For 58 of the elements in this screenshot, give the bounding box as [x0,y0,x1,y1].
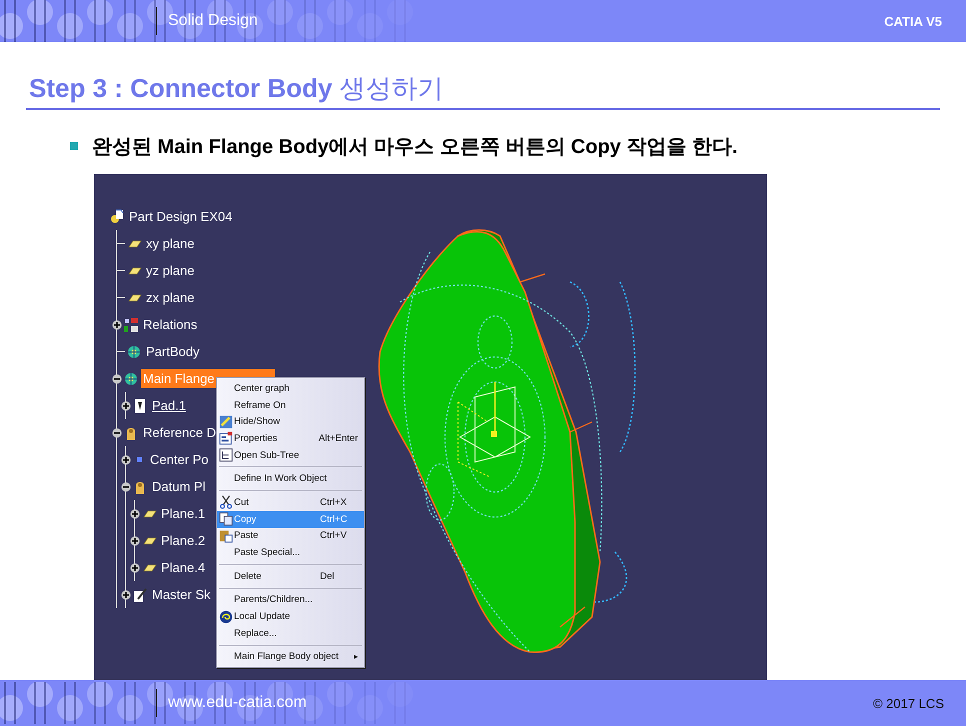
section-label: Solid Design [168,12,258,30]
bullet-text: 완성된 Main Flange Body에서 마우스 오른쪽 버튼의 Copy 작업을 한다. [92,134,738,160]
expand-toggle[interactable] [121,590,131,600]
copy-icon [218,512,232,526]
tree-item[interactable]: Pad.1 [150,396,188,415]
part-icon [109,208,125,224]
tree-item[interactable]: Plane.1 [159,504,208,523]
menu-item[interactable]: Main Flange Body object ▸ [217,648,364,666]
menu-item[interactable]: Delete Del [217,568,364,585]
menu-item[interactable]: Open Sub-Tree [217,446,364,464]
update-icon [218,610,232,624]
tree-item[interactable]: xy plane [144,234,196,253]
tree-item[interactable]: yz plane [144,261,196,280]
expand-toggle[interactable] [121,400,131,410]
menu-item[interactable]: Define In Work Object [217,470,364,488]
product-label: CATIA V5 [884,14,942,28]
tree-item[interactable]: Datum Pl [150,477,208,496]
tree-item[interactable]: Master Sk [150,585,213,604]
menu-item[interactable]: Replace... [217,624,364,642]
slide-title: Step 3 : Connector Body 생성하기 [29,72,445,104]
collapse-toggle[interactable] [112,374,122,384]
hide-show-icon [218,414,232,429]
body-icon [126,344,142,360]
paste-icon [218,528,232,543]
copyright-label: © 2017 LCS [872,696,944,710]
pad-icon [132,398,148,414]
website-label: www.edu-catia.com [168,694,307,712]
menu-item[interactable]: Parents/Children... [217,592,364,608]
tree-item[interactable]: Plane.2 [159,531,208,550]
properties-icon [218,431,232,446]
expand-toggle[interactable] [130,508,140,518]
expand-toggle[interactable] [130,536,140,546]
tree-icon [218,448,232,462]
tree-item[interactable]: zx plane [144,288,196,307]
expand-toggle[interactable] [112,320,122,330]
sketch-icon [132,586,148,602]
menu-item[interactable]: Properties Alt+Enter [217,430,364,447]
tree-item[interactable]: PartBody [144,342,202,361]
cut-icon [218,495,232,510]
bullet-icon [70,142,78,150]
menu-item[interactable]: Paste Ctrl+V [217,528,364,544]
menu-item[interactable]: Hide/Show [217,413,364,430]
expand-toggle[interactable] [130,562,140,572]
tree-item[interactable]: Relations [141,315,200,334]
menu-item[interactable]: Paste Special... [217,544,364,561]
relations-icon [123,316,139,332]
menu-item[interactable]: Cut Ctrl+X [217,494,364,511]
body-icon [123,370,139,386]
collapse-toggle[interactable] [112,428,122,438]
point-icon [137,457,142,462]
menu-item[interactable]: Reframe On [217,396,364,414]
tree-item[interactable]: Plane.4 [159,558,208,577]
collapse-toggle[interactable] [121,482,131,492]
tree-item[interactable]: Reference D [141,423,218,442]
tree-item[interactable]: Center Po [148,450,211,469]
expand-toggle[interactable] [121,454,131,464]
tree-item[interactable]: Part Design EX04 [127,207,234,226]
menu-item[interactable]: Local Update [217,608,364,625]
